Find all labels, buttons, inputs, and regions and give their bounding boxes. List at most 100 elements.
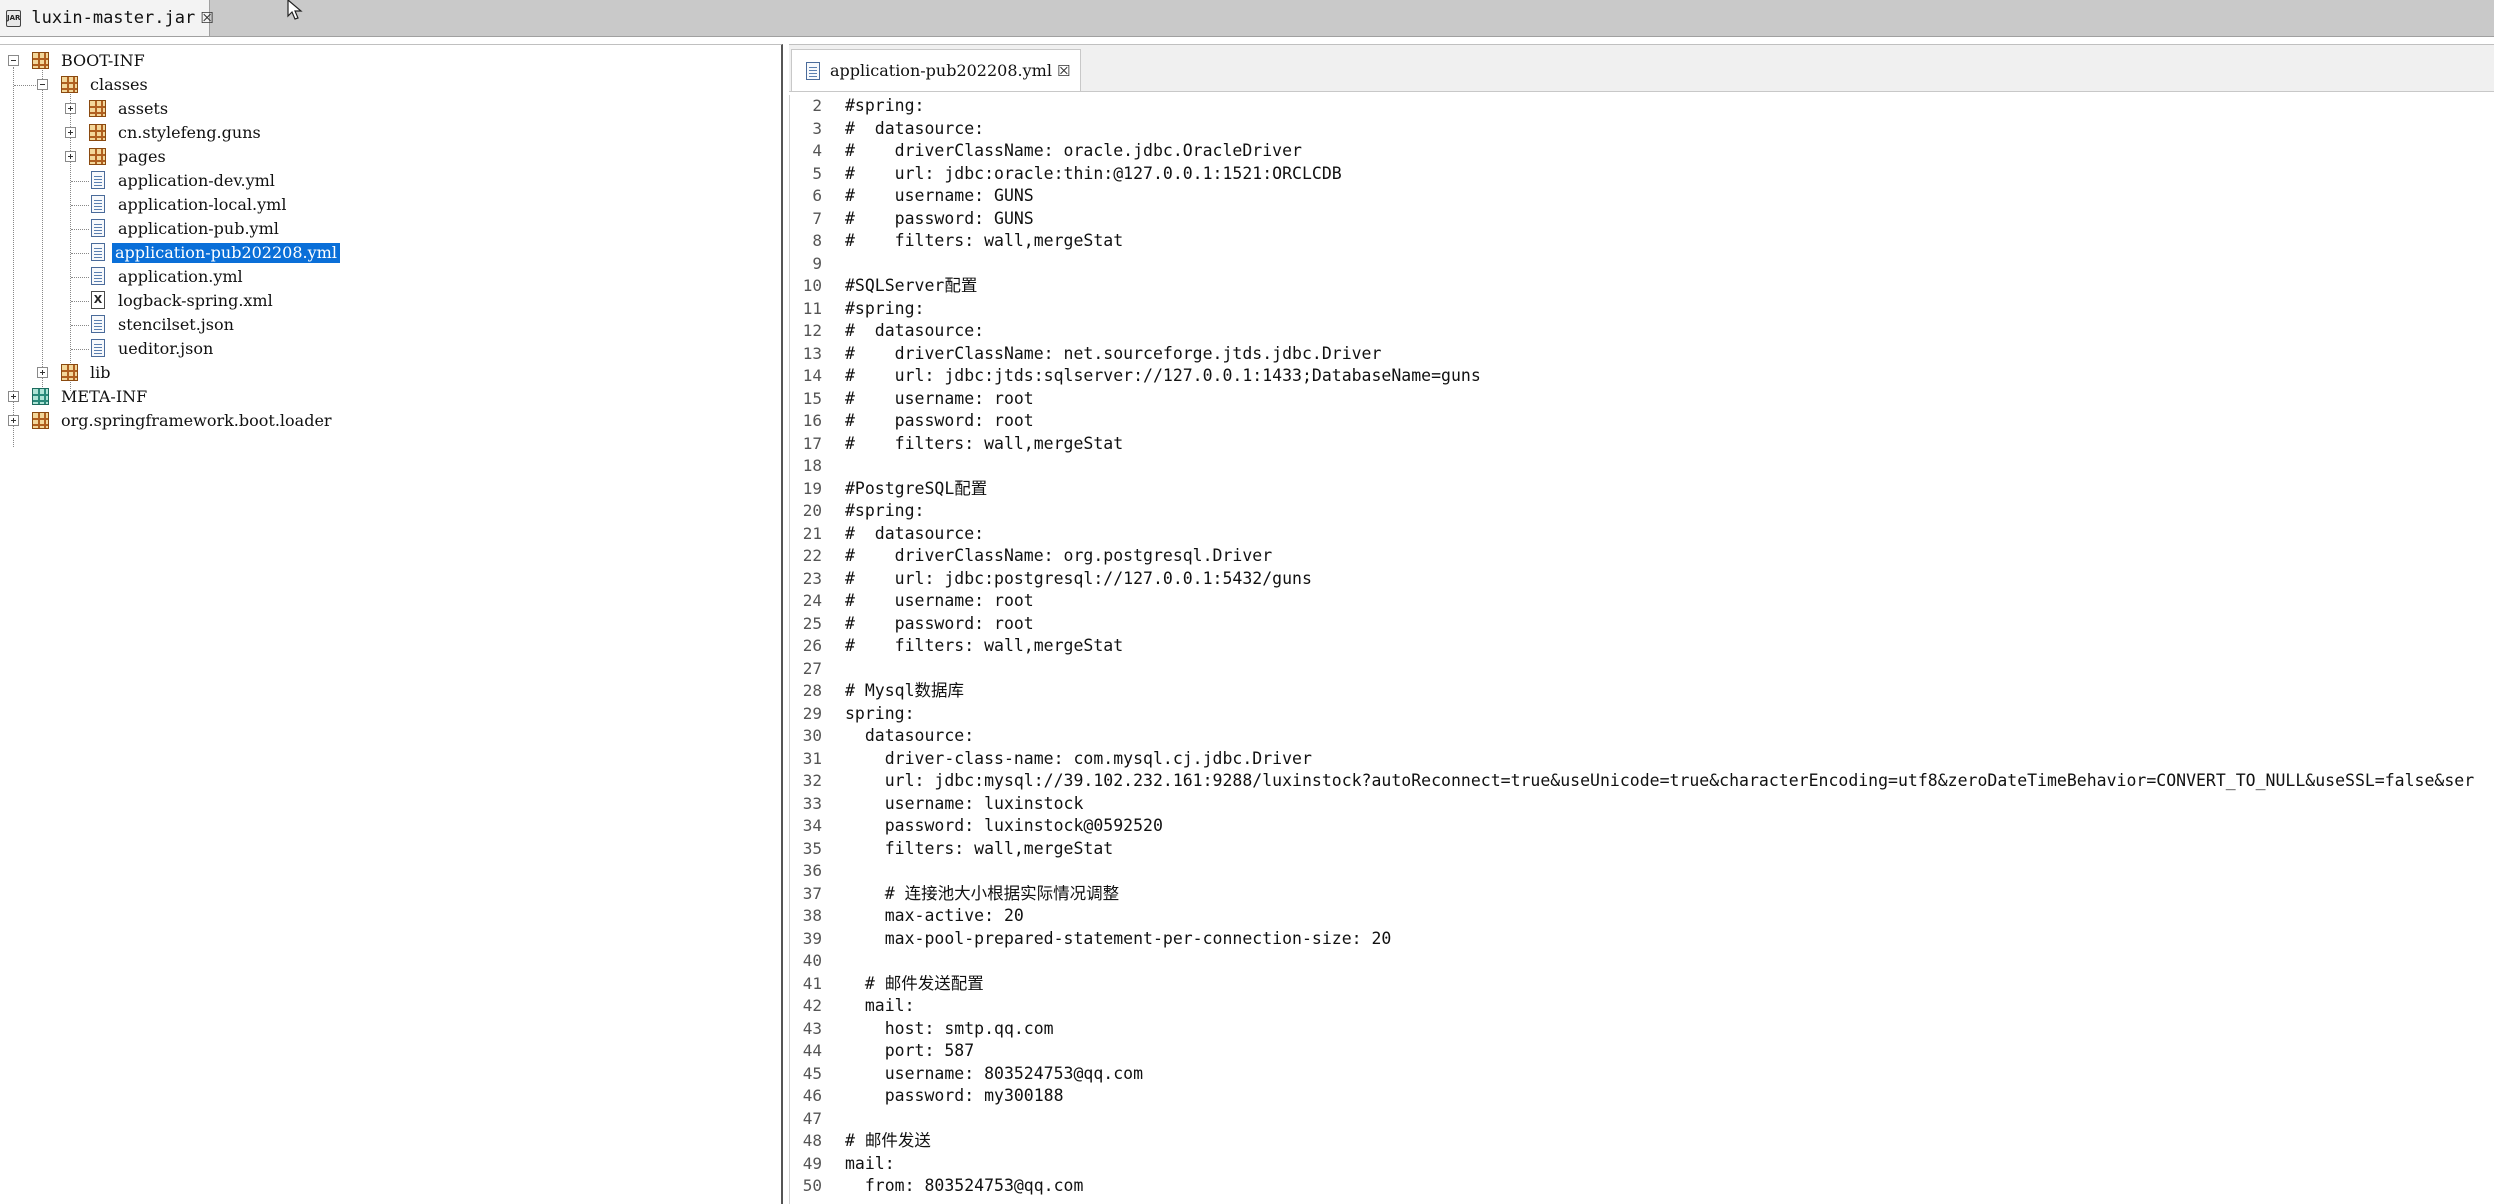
code-line[interactable]: 20 #spring:	[790, 500, 2494, 523]
close-icon[interactable]: ☒	[200, 9, 213, 27]
code-line[interactable]: 46 password: my300188	[790, 1085, 2494, 1108]
tree-item-pages[interactable]: pages	[0, 145, 780, 169]
code-line[interactable]: 26 # filters: wall,mergeStat	[790, 635, 2494, 658]
code-line[interactable]: 48 # 邮件发送	[790, 1130, 2494, 1153]
tree-item-meta-inf[interactable]: META-INF	[0, 385, 780, 409]
tree-item-lib[interactable]: lib	[0, 361, 780, 385]
code-text: url: jdbc:mysql://39.102.232.161:9288/lu…	[845, 771, 2475, 790]
code-text: # 邮件发送配置	[845, 973, 984, 993]
tree-item-ueditor-json[interactable]: ueditor.json	[0, 337, 780, 361]
tree-item-org-springframework-boot-loader[interactable]: org.springframework.boot.loader	[0, 409, 780, 433]
expand-icon[interactable]	[65, 127, 76, 138]
expand-icon[interactable]	[8, 415, 19, 426]
tree-item-classes[interactable]: classes	[0, 73, 780, 97]
code-text: # filters: wall,mergeStat	[845, 231, 1124, 250]
tree-item-application-pub202208-yml[interactable]: application-pub202208.yml	[0, 241, 780, 265]
line-number: 38	[802, 906, 822, 925]
code-line[interactable]: 24 # username: root	[790, 590, 2494, 613]
line-number: 30	[802, 726, 822, 745]
tab-application-pub202208-yml[interactable]: application-pub202208.yml ☒	[791, 49, 1081, 91]
tree-item-boot-inf[interactable]: BOOT-INF	[0, 49, 780, 73]
code-text: # filters: wall,mergeStat	[845, 636, 1124, 655]
code-line[interactable]: 9	[790, 253, 2494, 276]
expand-icon[interactable]	[8, 391, 19, 402]
code-line[interactable]: 6 # username: GUNS	[790, 185, 2494, 208]
code-line[interactable]: 5 # url: jdbc:oracle:thin:@127.0.0.1:1521…	[790, 163, 2494, 186]
line-number: 23	[802, 568, 822, 588]
line-number: 44	[802, 1041, 822, 1060]
code-line[interactable]: 19 #PostgreSQL配置	[790, 478, 2494, 501]
code-line[interactable]: 40	[790, 950, 2494, 973]
code-line[interactable]: 35 filters: wall,mergeStat	[790, 838, 2494, 861]
code-line[interactable]: 2 #spring:	[790, 95, 2494, 118]
close-icon[interactable]: ☒	[1057, 62, 1070, 80]
file-icon	[91, 315, 105, 333]
tree-item-stencilset-json[interactable]: stencilset.json	[0, 313, 780, 337]
code-editor[interactable]: 2 #spring: 3 # datasource: 4 # driverClassNam…	[789, 95, 2494, 1204]
code-text: # driverClassName: oracle.jdbc.OracleDri…	[845, 141, 1302, 160]
code-line[interactable]: 33 username: luxinstock	[790, 793, 2494, 816]
tree-item-assets[interactable]: assets	[0, 97, 780, 121]
code-line[interactable]: 31 driver-class-name: com.mysql.cj.jdbc.…	[790, 748, 2494, 771]
code-line[interactable]: 43 host: smtp.qq.com	[790, 1018, 2494, 1041]
code-line[interactable]: 34 password: luxinstock@0592520	[790, 815, 2494, 838]
file-icon	[91, 243, 105, 261]
code-text: username: 803524753@qq.com	[845, 1063, 1144, 1083]
tree-item-application-yml[interactable]: application.yml	[0, 265, 780, 289]
code-line[interactable]: 25 # password: root	[790, 613, 2494, 636]
code-line[interactable]: 32 url: jdbc:mysql://39.102.232.161:9288…	[790, 770, 2494, 793]
code-line[interactable]: 38 max-active: 20	[790, 905, 2494, 928]
collapse-icon[interactable]	[37, 79, 48, 90]
code-line[interactable]: 28 # Mysql数据库	[790, 680, 2494, 703]
code-line[interactable]: 45 username: 803524753@qq.com	[790, 1063, 2494, 1086]
code-line[interactable]: 12 # datasource:	[790, 320, 2494, 343]
code-text: password: my300188	[845, 1086, 1064, 1105]
code-line[interactable]: 27	[790, 658, 2494, 681]
code-line[interactable]: 29 spring:	[790, 703, 2494, 726]
line-number: 25	[802, 613, 822, 633]
code-line[interactable]: 23 # url: jdbc:postgresql://127.0.0.1:543…	[790, 568, 2494, 591]
tree-item-application-dev-yml[interactable]: application-dev.yml	[0, 169, 780, 193]
line-number: 31	[802, 748, 822, 768]
tab-jar-file[interactable]: JAR luxin-master.jar ☒	[0, 0, 214, 36]
line-number: 40	[802, 951, 822, 970]
tree-item-label: assets	[118, 99, 169, 118]
tree-item-application-pub-yml[interactable]: application-pub.yml	[0, 217, 780, 241]
code-line[interactable]: 37 # 连接池大小根据实际情况调整	[790, 883, 2494, 906]
code-line[interactable]: 42 mail:	[790, 995, 2494, 1018]
code-line[interactable]: 36	[790, 860, 2494, 883]
expand-icon[interactable]	[37, 367, 48, 378]
tree-item-cn-stylefeng-guns[interactable]: cn.stylefeng.guns	[0, 121, 780, 145]
line-number: 47	[802, 1108, 822, 1128]
line-number: 42	[802, 996, 822, 1015]
code-line[interactable]: 13 # driverClassName: net.sourceforge.jtd…	[790, 343, 2494, 366]
code-line[interactable]: 50 from: 803524753@qq.com	[790, 1175, 2494, 1198]
code-line[interactable]: 21 # datasource:	[790, 523, 2494, 546]
expand-icon[interactable]	[65, 103, 76, 114]
code-line[interactable]: 4 # driverClassName: oracle.jdbc.OracleDr…	[790, 140, 2494, 163]
code-line[interactable]: 22 # driverClassName: org.postgresql.Driv…	[790, 545, 2494, 568]
line-number: 13	[802, 343, 822, 363]
code-line[interactable]: 7 # password: GUNS	[790, 208, 2494, 231]
expand-icon[interactable]	[65, 151, 76, 162]
code-line[interactable]: 41 # 邮件发送配置	[790, 973, 2494, 996]
code-line[interactable]: 18	[790, 455, 2494, 478]
code-line[interactable]: 10 #SQLServer配置	[790, 275, 2494, 298]
code-line[interactable]: 15 # username: root	[790, 388, 2494, 411]
code-line[interactable]: 30 datasource:	[790, 725, 2494, 748]
code-line[interactable]: 8 # filters: wall,mergeStat	[790, 230, 2494, 253]
collapse-icon[interactable]	[8, 55, 19, 66]
tree-item-label: application-dev.yml	[118, 171, 275, 190]
code-line[interactable]: 11 #spring:	[790, 298, 2494, 321]
code-line[interactable]: 14 # url: jdbc:jtds:sqlserver://127.0.0.1…	[790, 365, 2494, 388]
code-line[interactable]: 47	[790, 1108, 2494, 1131]
tree-item-application-local-yml[interactable]: application-local.yml	[0, 193, 780, 217]
code-line[interactable]: 3 # datasource:	[790, 118, 2494, 141]
code-line[interactable]: 16 # password: root	[790, 410, 2494, 433]
tree-item-logback-spring-xml[interactable]: X logback-spring.xml	[0, 289, 780, 313]
line-number: 32	[802, 771, 822, 790]
code-line[interactable]: 49 mail:	[790, 1153, 2494, 1176]
code-line[interactable]: 44 port: 587	[790, 1040, 2494, 1063]
code-line[interactable]: 17 # filters: wall,mergeStat	[790, 433, 2494, 456]
code-line[interactable]: 39 max-pool-prepared-statement-per-conne…	[790, 928, 2494, 951]
